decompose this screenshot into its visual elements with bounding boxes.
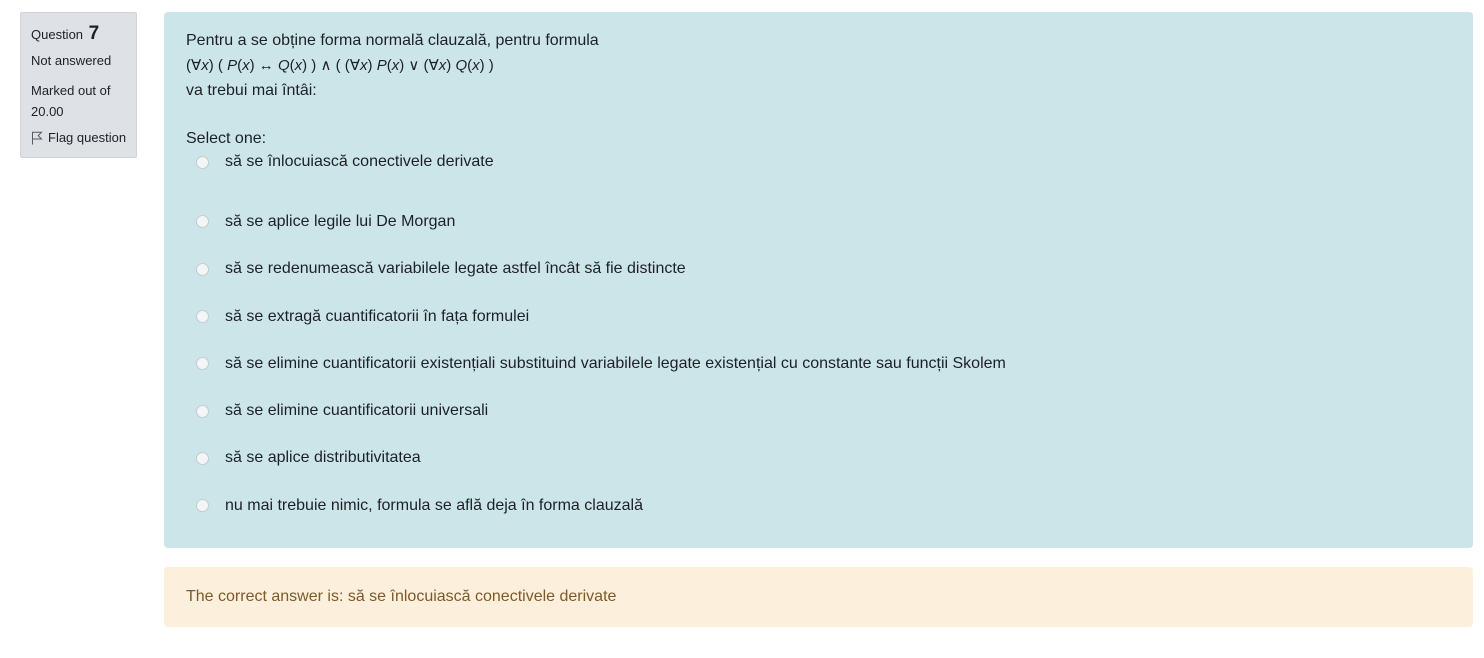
feedback-panel: The correct answer is: să se înlocuiască… — [164, 567, 1473, 627]
answer-option-label[interactable]: să se elimine cuantificatorii universali — [225, 400, 488, 422]
radio-button[interactable] — [196, 499, 209, 513]
question-formula: (∀x) ( P(x) ↔ Q(x) ) ∧ ( (∀x) P(x) ∨ (∀x… — [186, 57, 494, 74]
answer-option-label[interactable]: nu mai trebuie nimic, formula se află de… — [225, 495, 643, 517]
question-info-panel: Question 7 Not answered Marked out of 20… — [20, 12, 137, 158]
radio-button[interactable] — [196, 404, 209, 418]
answer-option[interactable]: să se aplice legile lui De Morgan — [196, 198, 1451, 245]
answer-option[interactable]: să se redenumească variabilele legate as… — [196, 246, 1451, 293]
radio-button[interactable] — [196, 215, 209, 229]
question-label: Question — [31, 27, 84, 42]
answer-option[interactable]: să se elimine cuantificatorii existenția… — [196, 340, 1451, 387]
answer-option-label[interactable]: să se elimine cuantificatorii existenția… — [225, 353, 1006, 375]
flag-question-label: Flag question — [48, 130, 127, 145]
answer-option[interactable]: să se aplice distributivitatea — [196, 435, 1451, 482]
right-answer-text: The correct answer is: să se înlocuiască… — [186, 588, 617, 605]
answer-option-label[interactable]: să se aplice distributivitatea — [225, 447, 421, 469]
answer-option[interactable]: să se înlocuiască conectivele derivate — [196, 151, 1451, 173]
answer-option[interactable]: să se extragă cuantificatorii în fața fo… — [196, 293, 1451, 340]
radio-button[interactable] — [196, 262, 209, 276]
radio-button[interactable] — [196, 451, 209, 465]
flag-question-button[interactable]: Flag question — [31, 129, 136, 147]
answer-option-label[interactable]: să se extragă cuantificatorii în fața fo… — [225, 306, 529, 328]
answer-option-label[interactable]: să se redenumească variabilele legate as… — [225, 258, 686, 280]
answer-options: să se înlocuiască conectivele derivate s… — [186, 151, 1451, 529]
question-number: Question 7 — [31, 23, 136, 46]
answer-option-label[interactable]: să se înlocuiască conectivele derivate — [225, 151, 494, 173]
answer-option[interactable]: să se elimine cuantificatorii universali — [196, 387, 1451, 434]
answer-option-label[interactable]: să se aplice legile lui De Morgan — [225, 211, 455, 233]
flag-icon — [32, 131, 43, 145]
question-number-value: 7 — [88, 23, 100, 44]
question-grade: Marked out of 20.00 — [31, 80, 136, 122]
question-text-line3: va trebui mai întâi: — [186, 82, 317, 99]
radio-button[interactable] — [196, 310, 209, 324]
question-text: Pentru a se obține forma normală clauzal… — [186, 28, 1451, 103]
radio-button[interactable] — [196, 155, 209, 169]
grade-label: Marked out of — [31, 83, 111, 98]
question-text-line1: Pentru a se obține forma normală clauzal… — [186, 32, 599, 49]
question-formulation: Pentru a se obține forma normală clauzal… — [164, 12, 1473, 548]
grade-value: 20.00 — [31, 104, 64, 119]
select-one-prompt: Select one: — [186, 130, 267, 147]
answer-option[interactable]: nu mai trebuie nimic, formula se află de… — [196, 482, 1451, 529]
question-state: Not answered — [31, 53, 112, 68]
radio-button[interactable] — [196, 357, 209, 371]
